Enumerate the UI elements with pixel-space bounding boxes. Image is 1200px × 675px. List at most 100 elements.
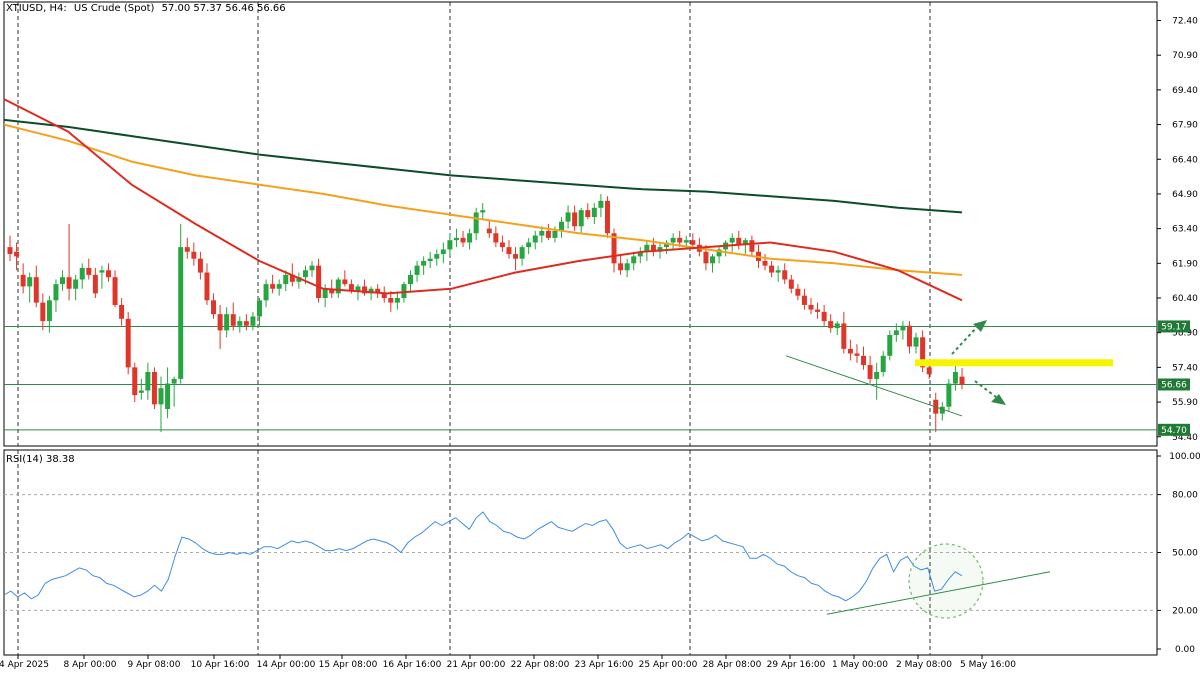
rsi-tick-label: 50.00 xyxy=(1172,549,1198,559)
candle-body xyxy=(335,279,341,294)
rsi-line xyxy=(3,511,963,602)
candle-body xyxy=(499,242,505,248)
candle-body xyxy=(224,314,230,331)
candle-body xyxy=(92,274,98,294)
candle-body xyxy=(447,240,453,250)
time-tick-label: 15 Apr 08:00 xyxy=(319,660,378,670)
time-tick-label: 1 May 00:00 xyxy=(832,660,888,670)
candle-body xyxy=(906,325,912,347)
candle-body xyxy=(552,230,558,238)
candle-body xyxy=(670,237,676,243)
candle-body xyxy=(913,337,919,347)
candle-body xyxy=(20,274,26,287)
candle-body xyxy=(197,258,203,273)
candle-body xyxy=(729,237,735,243)
rsi-tick-label: 20.00 xyxy=(1172,606,1198,616)
candle-body xyxy=(316,265,322,298)
time-tick-label: 23 Apr 16:00 xyxy=(575,660,634,670)
candle-body xyxy=(828,321,834,329)
candle-body xyxy=(585,210,591,218)
candle-body xyxy=(959,376,965,385)
candle-body xyxy=(165,383,171,409)
candle-body xyxy=(591,207,597,218)
candle-body xyxy=(440,249,446,255)
candle-body xyxy=(749,240,755,252)
candle-body xyxy=(788,279,794,289)
rsi-tick-label: 100.00 xyxy=(1169,452,1200,462)
symbol-label: XTIUSD, H4: xyxy=(6,3,67,14)
candle-body xyxy=(578,210,584,227)
chart-canvas[interactable]: 72.40 70.90 69.40 67.90 66.40 64.90 63.40 61.90… xyxy=(0,0,1200,675)
candle-body xyxy=(624,263,630,271)
candle-body xyxy=(178,247,184,379)
candle-body xyxy=(250,316,256,326)
candle-body xyxy=(60,277,66,285)
candle-body xyxy=(854,353,860,356)
candle-body xyxy=(841,323,847,349)
price-tag-label: 56.66 xyxy=(1161,380,1187,390)
candle-body xyxy=(191,251,197,259)
time-tick-label: 10 Apr 16:00 xyxy=(191,660,250,670)
candle-body xyxy=(309,265,315,271)
candle-body xyxy=(73,279,79,289)
candle-body xyxy=(283,274,289,285)
candle-body xyxy=(946,383,952,407)
price-tick-label: 55.90 xyxy=(1172,398,1198,408)
time-tick-label: 28 Apr 08:00 xyxy=(703,660,762,670)
price-tick-label: 63.40 xyxy=(1172,225,1198,235)
candle-body xyxy=(775,270,781,273)
candle-body xyxy=(486,228,492,234)
price-tick-label: 69.40 xyxy=(1172,86,1198,96)
candle-body xyxy=(401,284,407,298)
candle-body xyxy=(795,288,801,296)
candle-body xyxy=(27,277,33,287)
candle-body xyxy=(677,237,683,243)
candle-body xyxy=(145,372,151,391)
candle-body xyxy=(119,304,125,319)
time-tick-label: 14 Apr 00:00 xyxy=(257,660,316,670)
ohlc-values: 57.00 57.37 56.46 56.66 xyxy=(161,3,286,14)
rsi-tick-label: 80.00 xyxy=(1172,491,1198,501)
candle-body xyxy=(132,367,138,396)
candle-body xyxy=(453,237,459,241)
candle-body xyxy=(421,261,427,266)
chart-header: XTIUSD, H4: US Crude (Spot) 57.00 57.37 … xyxy=(6,3,290,14)
candle-body xyxy=(867,365,873,379)
time-tick-label: 9 Apr 08:00 xyxy=(128,660,181,670)
candle-body xyxy=(861,355,867,366)
candle-body xyxy=(276,284,282,289)
candle-body xyxy=(821,311,827,322)
candle-body xyxy=(342,279,348,285)
candle-body xyxy=(230,314,236,326)
time-tick-label: 5 May 16:00 xyxy=(960,660,1016,670)
candle-body xyxy=(493,233,499,243)
candle-body xyxy=(407,274,413,285)
candle-body xyxy=(460,237,466,243)
candle-body xyxy=(565,212,571,222)
candle-body xyxy=(105,270,111,278)
candle-body xyxy=(480,210,486,213)
price-tick-label: 57.40 xyxy=(1172,363,1198,373)
price-tag-label: 54.70 xyxy=(1161,426,1187,436)
candle-body xyxy=(539,230,545,236)
candle-body xyxy=(427,258,433,261)
time-tick-label: 2 May 08:00 xyxy=(896,660,952,670)
candle-body xyxy=(834,323,840,329)
candle-body xyxy=(171,378,177,384)
candle-body xyxy=(66,277,72,289)
candle-body xyxy=(847,348,853,354)
rsi-header: RSI(14) 38.38 xyxy=(6,454,75,465)
candle-body xyxy=(99,270,105,273)
candle-body xyxy=(217,314,223,331)
candle-body xyxy=(710,256,716,264)
candle-body xyxy=(598,200,604,208)
candle-body xyxy=(762,261,768,266)
candle-body xyxy=(14,251,20,257)
bearish-arrow-line xyxy=(974,380,997,398)
candle-body xyxy=(158,388,164,405)
candle-body xyxy=(815,309,821,312)
candle-body xyxy=(513,254,519,259)
candle-body xyxy=(302,270,308,278)
price-tick-label: 61.90 xyxy=(1172,259,1198,269)
candle-body xyxy=(683,240,689,243)
